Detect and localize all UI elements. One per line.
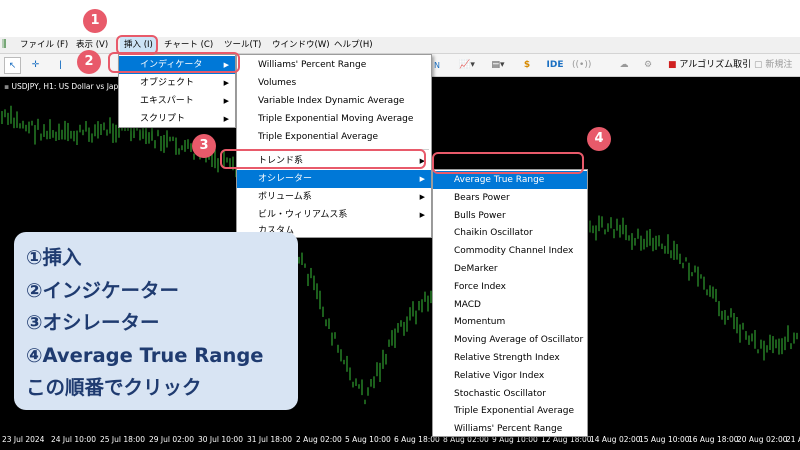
oscillator-item[interactable]: Chaikin Oscillator bbox=[433, 224, 587, 242]
indicator-item[interactable]: Variable Index Dynamic Average bbox=[237, 92, 431, 110]
submenu-arrow-icon: ▶ bbox=[419, 175, 425, 183]
new-order-button[interactable]: ▢ 新規注 bbox=[754, 57, 800, 74]
x-axis-tick-label: 25 Jul 18:00 bbox=[100, 435, 145, 444]
instruction-line: ③オシレーター bbox=[26, 311, 160, 334]
indicator-category-oscillator[interactable]: オシレーター ▶ bbox=[237, 170, 431, 188]
step-badge-2: 2 bbox=[77, 50, 101, 74]
oscillator-item[interactable]: Triple Exponential Average bbox=[433, 402, 587, 420]
stop-icon: ■ bbox=[668, 60, 677, 70]
indicator-category-volume[interactable]: ボリューム系 ▶ bbox=[237, 188, 431, 206]
x-axis-tick-label: 15 Aug 10:00 bbox=[639, 435, 690, 444]
indicator-item[interactable]: Williams' Percent Range bbox=[237, 56, 431, 74]
oscillator-item[interactable]: DeMarker bbox=[433, 260, 587, 278]
indicator-item[interactable]: Triple Exponential Moving Average bbox=[237, 110, 431, 128]
instruction-line: ①挿入 bbox=[26, 246, 82, 269]
submenu-arrow-icon: ▶ bbox=[223, 79, 229, 87]
x-axis-tick-label: 21 Aug bbox=[786, 435, 800, 444]
submenu-arrow-icon: ▶ bbox=[419, 211, 425, 219]
oscillator-item[interactable]: Commodity Channel Index bbox=[433, 242, 587, 260]
menu-window[interactable]: ウインドウ(W) bbox=[268, 37, 334, 54]
highlight-atr bbox=[432, 152, 584, 174]
period-icon[interactable]: N bbox=[430, 57, 444, 74]
indicator-menu: Williams' Percent Range Volumes Variable… bbox=[236, 54, 432, 238]
vps-icon[interactable]: ⚙ bbox=[640, 57, 656, 74]
crosshair-icon[interactable]: ✛ bbox=[27, 57, 44, 74]
oscillator-item[interactable]: Relative Strength Index bbox=[433, 349, 587, 367]
step-badge-4: 4 bbox=[587, 127, 611, 151]
oscillator-item[interactable]: Moving Average of Oscillator bbox=[433, 331, 587, 349]
app-logo-icon: ⫼ bbox=[2, 39, 7, 50]
instruction-line: ④Average True Range bbox=[26, 343, 264, 367]
document-icon: ▢ bbox=[754, 60, 763, 70]
x-axis-tick-label: 14 Aug 02:00 bbox=[590, 435, 641, 444]
cursor-icon[interactable]: ↖ bbox=[4, 57, 21, 74]
menu-file[interactable]: ファイル (F) bbox=[16, 37, 72, 54]
x-axis-tick-label: 29 Jul 02:00 bbox=[149, 435, 194, 444]
x-axis-tick-label: 23 Jul 2024 bbox=[2, 435, 45, 444]
menu-item-label: ビル・ウィリアムス系 bbox=[258, 210, 348, 220]
highlight-oscillator bbox=[220, 149, 426, 169]
instruction-line: ②インジケーター bbox=[26, 278, 180, 302]
x-axis-tick-label: 5 Aug 10:00 bbox=[345, 435, 391, 444]
insert-menu-item-objects[interactable]: オブジェクト ▶ bbox=[119, 74, 235, 92]
algo-trading-button[interactable]: ■ アルゴリズム取引 bbox=[668, 57, 758, 74]
submenu-arrow-icon: ▶ bbox=[223, 115, 229, 123]
x-axis-tick-label: 16 Aug 18:00 bbox=[688, 435, 739, 444]
insert-menu-item-scripts[interactable]: スクリプト ▶ bbox=[119, 110, 235, 128]
chart-window-icon: ▪ bbox=[4, 82, 10, 91]
indicator-item[interactable]: Volumes bbox=[237, 74, 431, 92]
submenu-arrow-icon: ▶ bbox=[419, 193, 425, 201]
insert-menu-item-experts[interactable]: エキスパート ▶ bbox=[119, 92, 235, 110]
vertical-line-icon[interactable]: ǀ bbox=[52, 57, 69, 74]
oscillator-item[interactable]: Relative Vigor Index bbox=[433, 367, 587, 385]
templates-icon[interactable]: ▤▾ bbox=[486, 57, 510, 74]
step-badge-3: 3 bbox=[192, 134, 216, 158]
menu-item-label: オシレーター bbox=[258, 174, 313, 184]
step-badge-1: 1 bbox=[83, 9, 107, 33]
x-axis-tick-label: 31 Jul 18:00 bbox=[247, 435, 292, 444]
dollar-icon[interactable]: $ bbox=[520, 57, 534, 74]
algo-trading-label: アルゴリズム取引 bbox=[679, 60, 752, 70]
indicator-category-bill-williams[interactable]: ビル・ウィリアムス系 ▶ bbox=[237, 206, 431, 224]
highlight-indicators bbox=[108, 52, 240, 73]
menu-item-label: オブジェクト bbox=[140, 78, 195, 88]
menu-item-label: ボリューム系 bbox=[258, 192, 312, 202]
menu-help[interactable]: ヘルプ(H) bbox=[330, 37, 377, 54]
oscillator-item[interactable]: Stochastic Oscillator bbox=[433, 385, 587, 403]
cloud-icon[interactable]: ☁ bbox=[616, 57, 632, 74]
oscillator-item[interactable]: MACD bbox=[433, 296, 587, 314]
oscillator-menu: Average True Range Bears Power Bulls Power… bbox=[432, 169, 588, 437]
instruction-line: この順番でクリック bbox=[26, 376, 202, 399]
new-order-label: 新規注 bbox=[765, 60, 793, 70]
x-axis-tick-label: 20 Aug 02:00 bbox=[737, 435, 788, 444]
x-axis: 23 Jul 2024 24 Jul 10:00 25 Jul 18:00 29 Ju… bbox=[0, 431, 800, 450]
indicator-item[interactable]: Triple Exponential Average bbox=[237, 128, 431, 146]
oscillator-item[interactable]: Williams' Percent Range bbox=[433, 420, 587, 438]
submenu-arrow-icon: ▶ bbox=[223, 97, 229, 105]
menu-item-label: エキスパート bbox=[140, 96, 194, 106]
instruction-panel: ①挿入 ②インジケーター ③オシレーター ④Average True Range… bbox=[14, 232, 298, 410]
oscillator-item[interactable]: Bulls Power bbox=[433, 207, 587, 225]
signal-icon[interactable]: ((•)) bbox=[572, 57, 591, 74]
x-axis-tick-label: 2 Aug 02:00 bbox=[296, 435, 342, 444]
indicators-icon[interactable]: 📈▾ bbox=[455, 57, 479, 74]
oscillator-item[interactable]: Force Index bbox=[433, 278, 587, 296]
x-axis-tick-label: 30 Jul 10:00 bbox=[198, 435, 243, 444]
x-axis-tick-label: 24 Jul 10:00 bbox=[51, 435, 96, 444]
oscillator-item[interactable]: Bears Power bbox=[433, 189, 587, 207]
ide-button[interactable]: IDE bbox=[546, 57, 564, 74]
oscillator-item[interactable]: Momentum bbox=[433, 313, 587, 331]
menu-item-label: スクリプト bbox=[140, 114, 186, 124]
